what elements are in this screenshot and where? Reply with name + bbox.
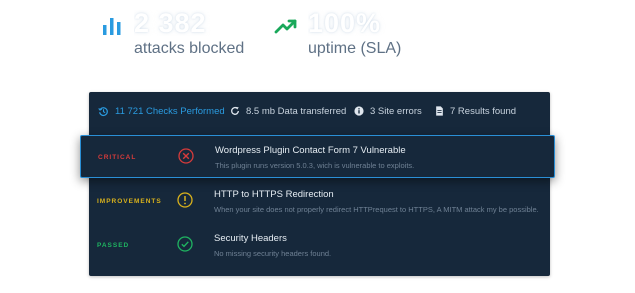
bar-chart-icon bbox=[103, 18, 121, 35]
uptime-label: uptime (SLA) bbox=[308, 40, 402, 57]
stat-uptime: 100% uptime (SLA) bbox=[274, 10, 401, 58]
x-circle-icon bbox=[178, 148, 194, 164]
stat-attacks-blocked: 2 382 attacks blocked bbox=[100, 10, 244, 58]
refresh-icon bbox=[231, 106, 239, 115]
site-errors: 3 Site errors bbox=[354, 92, 422, 130]
attacks-blocked-value: 2 382 bbox=[134, 10, 207, 36]
status-badge: PASSED bbox=[97, 242, 130, 249]
attacks-blocked-label: attacks blocked bbox=[134, 40, 245, 57]
data-transferred: 8.5 mb Data transferred bbox=[230, 92, 346, 130]
check-circle-icon bbox=[177, 236, 193, 252]
scan-results-panel: 11 721 Checks Performed 8.5 mb Data tran… bbox=[80, 92, 555, 276]
uptime-value: 100% bbox=[308, 10, 382, 36]
checks-performed: 11 721 Checks Performed bbox=[98, 92, 225, 130]
results-found: 7 Results found bbox=[435, 92, 516, 130]
history-icon bbox=[98, 106, 108, 116]
data-transferred-text: 8.5 mb Data transferred bbox=[246, 105, 347, 117]
result-title: HTTP to HTTPS Redirection bbox=[214, 189, 334, 200]
result-title: Wordpress Plugin Contact Form 7 Vulnerab… bbox=[215, 145, 406, 156]
result-description: This plugin runs version 5.0.3, wich is … bbox=[215, 161, 415, 170]
checks-performed-text: 11 721 Checks Performed bbox=[115, 105, 225, 117]
warning-circle-icon bbox=[177, 192, 193, 208]
trend-up-icon bbox=[274, 19, 297, 34]
status-badge: IMPROVEMENTS bbox=[97, 198, 162, 205]
document-icon bbox=[436, 106, 443, 116]
result-description: When your site does not properly redirec… bbox=[214, 205, 539, 214]
scan-summary-bar: 11 721 Checks Performed 8.5 mb Data tran… bbox=[89, 92, 550, 130]
result-row-passed[interactable]: PASSED Security Headers No missing secur… bbox=[89, 224, 550, 268]
result-description: No missing security headers found. bbox=[214, 249, 332, 258]
result-title: Security Headers bbox=[214, 233, 287, 244]
result-row-critical[interactable]: CRITICAL Wordpress Plugin Contact Form 7… bbox=[80, 135, 555, 178]
results-found-text: 7 Results found bbox=[450, 105, 517, 117]
site-errors-text: 3 Site errors bbox=[370, 105, 422, 117]
result-row-improvements[interactable]: IMPROVEMENTS HTTP to HTTPS Redirection W… bbox=[89, 180, 550, 224]
info-icon bbox=[354, 106, 364, 116]
status-badge: CRITICAL bbox=[98, 154, 137, 161]
